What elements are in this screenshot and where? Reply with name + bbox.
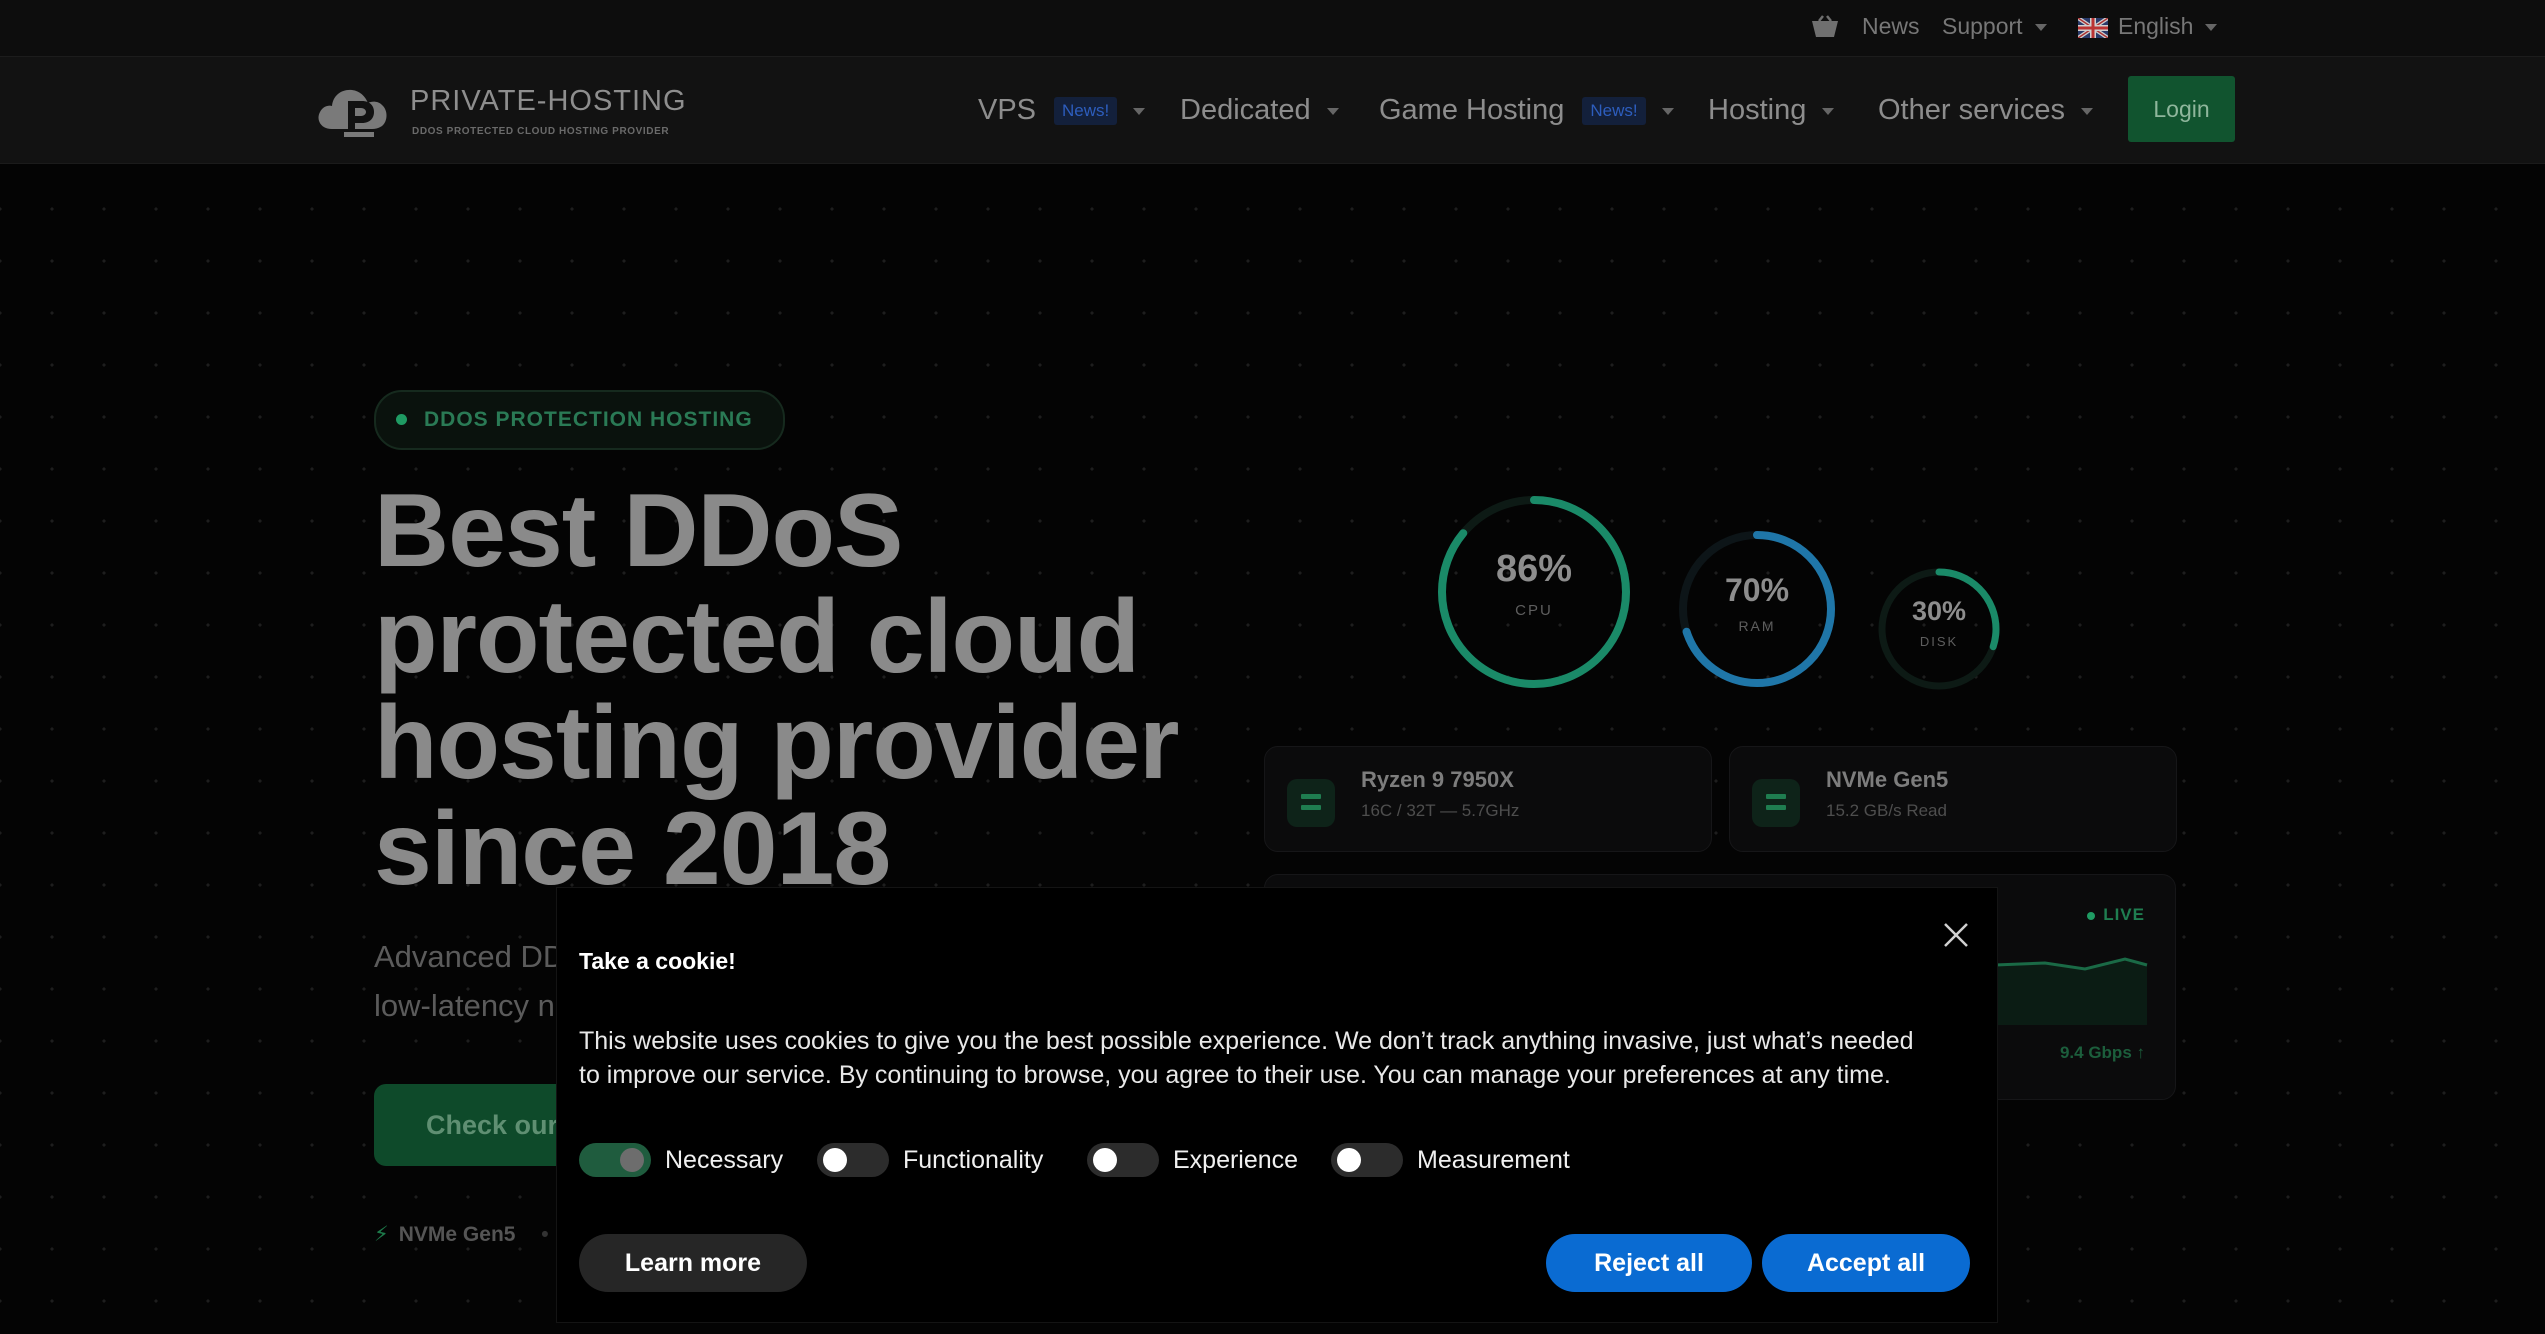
gauge-value: 70% — [1724, 572, 1790, 608]
bolt-icon: ⚡ — [374, 1223, 389, 1246]
gauge-value: 30% — [1911, 596, 1967, 626]
separator-dot: • — [541, 1223, 549, 1246]
accept-all-button[interactable]: Accept all — [1762, 1234, 1970, 1292]
reject-all-button[interactable]: Reject all — [1546, 1234, 1752, 1292]
cart-icon[interactable] — [1810, 0, 1840, 52]
hero-title: Best DDoS protected cloud hosting provid… — [374, 478, 1194, 902]
chevron-down-icon — [2080, 107, 2093, 115]
news-badge: News! — [1582, 97, 1646, 126]
cpu-gauge: 86% CPU — [1434, 492, 1634, 692]
toggle-switch[interactable] — [579, 1143, 651, 1177]
ram-gauge-ring — [1679, 531, 1835, 687]
disk-gauge: 30% DISK — [1876, 566, 2002, 692]
chevron-down-icon — [1822, 107, 1835, 115]
hero-badge-label: DDOS PROTECTION HOSTING — [424, 408, 753, 431]
nav-vps[interactable]: VPS News! — [978, 87, 1146, 133]
login-button[interactable]: Login — [2128, 76, 2235, 142]
spec-title: Ryzen 9 7950X — [1361, 767, 1514, 792]
hero-title-line: Best DDoS — [374, 473, 903, 589]
toggle-switch[interactable] — [1087, 1143, 1159, 1177]
chevron-down-icon — [1326, 107, 1339, 115]
nav-hosting[interactable]: Hosting — [1708, 87, 1835, 133]
chevron-down-icon — [1661, 107, 1674, 115]
language-selector[interactable]: English — [2076, 0, 2218, 52]
toggle-switch[interactable] — [817, 1143, 889, 1177]
close-icon[interactable] — [1941, 920, 1971, 950]
support-label: Support — [1942, 13, 2023, 39]
uk-flag-icon — [2076, 16, 2110, 40]
spec-card-cpu: Ryzen 9 7950X 16C / 32T — 5.7GHz — [1264, 746, 1712, 852]
logo-name: PRIVATE-HOSTING — [410, 85, 687, 117]
news-badge: News! — [1054, 97, 1118, 126]
hero-title-line: hosting provider — [374, 685, 1179, 801]
gauge-value: 86% — [1495, 548, 1573, 590]
news-link[interactable]: News — [1862, 0, 1920, 52]
nav-vps-label: VPS — [978, 94, 1037, 126]
hero-feature-label: NVMe Gen5 — [398, 1223, 516, 1246]
status-dot — [396, 414, 407, 425]
learn-more-button[interactable]: Learn more — [579, 1234, 807, 1292]
cookie-text-line: This website uses cookies to give you th… — [579, 1027, 1914, 1055]
toggle-knob — [620, 1148, 644, 1172]
main-header: PRIVATE-HOSTING DDOS PROTECTED CLOUD HOS… — [0, 57, 2545, 164]
cookie-text: This website uses cookies to give you th… — [579, 1024, 1919, 1092]
toggle-switch[interactable] — [1331, 1143, 1403, 1177]
disk-gauge-ring — [1878, 568, 2000, 690]
gauge-label: DISK — [1919, 634, 1959, 649]
chevron-down-icon — [2205, 24, 2218, 32]
nav-dedicated[interactable]: Dedicated — [1180, 87, 1339, 133]
toggle-knob — [1337, 1148, 1361, 1172]
toggle-label: Functionality — [903, 1146, 1044, 1174]
cpu-gauge-ring — [1438, 496, 1630, 688]
hero-badge: DDOS PROTECTION HOSTING — [374, 390, 785, 450]
server-icon — [1287, 779, 1335, 827]
drive-icon — [1752, 779, 1800, 827]
chevron-down-icon — [1133, 107, 1146, 115]
chevron-down-icon — [2034, 24, 2047, 32]
gauge-label: RAM — [1738, 618, 1776, 634]
toggle-label: Necessary — [665, 1146, 784, 1174]
toggle-knob — [1093, 1148, 1117, 1172]
nav-game-hosting-label: Game Hosting — [1379, 94, 1565, 126]
utility-bar: News Support English — [0, 0, 2545, 57]
nav-other-services[interactable]: Other services — [1878, 87, 2093, 133]
language-label: English — [2118, 13, 2194, 39]
nav-other-services-label: Other services — [1878, 94, 2065, 126]
hero-title-line: protected cloud — [374, 579, 1140, 695]
traffic-speed: 9.4 Gbps ↑ — [2059, 1043, 2145, 1062]
gauge-label: CPU — [1515, 602, 1553, 619]
spec-card-storage: NVMe Gen5 15.2 GB/s Read — [1729, 746, 2177, 852]
cloud-logo-icon — [318, 89, 387, 137]
spec-sub: 15.2 GB/s Read — [1826, 801, 1947, 820]
logo-tagline: DDOS PROTECTED CLOUD HOSTING PROVIDER — [412, 126, 670, 137]
nav-hosting-label: Hosting — [1708, 94, 1807, 126]
cookie-title: Take a cookie! — [579, 948, 736, 974]
toggle-knob — [823, 1148, 847, 1172]
ram-gauge: 70% RAM — [1676, 528, 1838, 690]
support-menu[interactable]: Support — [1942, 0, 2047, 52]
hero-feature: ⚡ NVMe Gen5 • — [374, 1222, 549, 1247]
toggle-label: Experience — [1173, 1146, 1299, 1174]
cookie-dialog: Take a cookie! This website uses cookies… — [556, 887, 1998, 1323]
nav-game-hosting[interactable]: Game Hosting News! — [1379, 87, 1674, 133]
toggle-label: Measurement — [1417, 1146, 1570, 1174]
cookie-text-line: to improve our service. By continuing to… — [579, 1061, 1891, 1089]
spec-title: NVMe Gen5 — [1826, 767, 1949, 792]
nav-dedicated-label: Dedicated — [1180, 94, 1311, 126]
spec-sub: 16C / 32T — 5.7GHz — [1361, 801, 1520, 820]
